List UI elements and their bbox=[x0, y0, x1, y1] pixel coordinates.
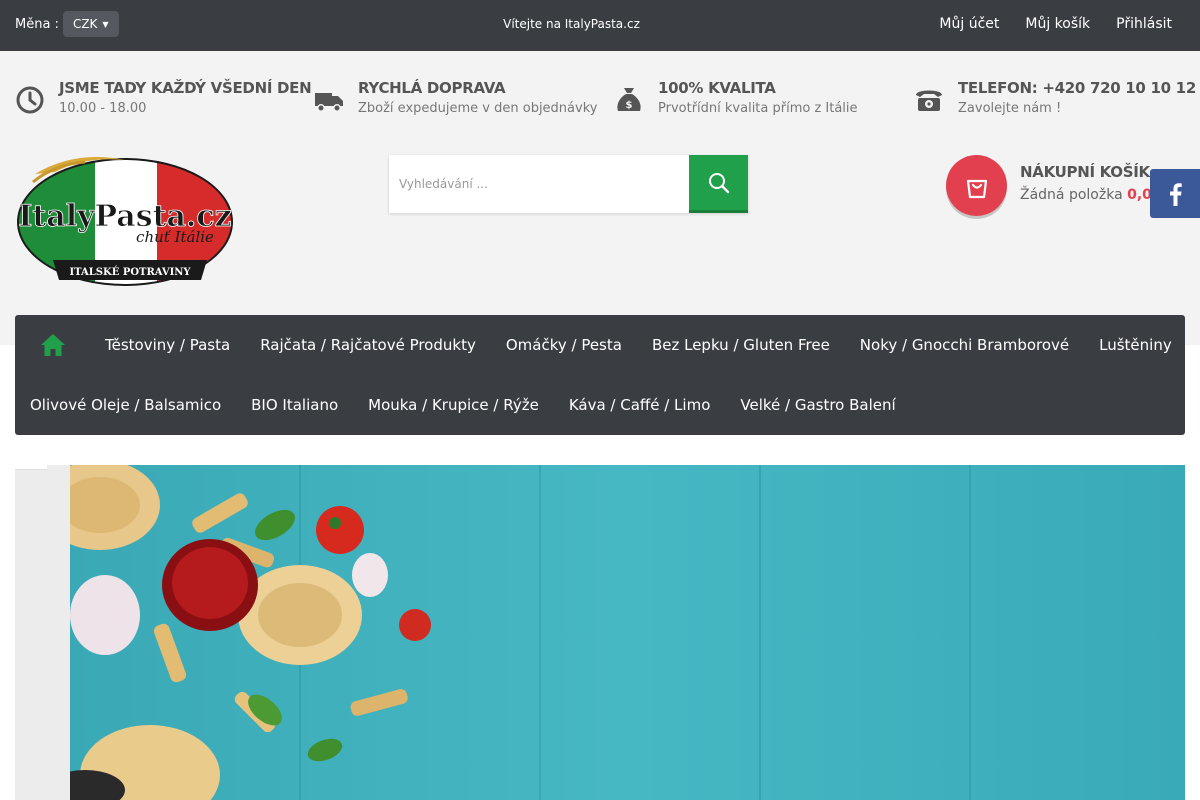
facebook-icon bbox=[1170, 182, 1182, 206]
logo-slogan: chuť Itálie bbox=[136, 228, 214, 246]
info-subtitle: Prvotřídní kvalita přímo z Itálie bbox=[658, 101, 858, 116]
nav-item-gastro[interactable]: Velké / Gastro Balení bbox=[725, 396, 910, 414]
search-button[interactable] bbox=[689, 155, 748, 213]
home-button[interactable] bbox=[15, 315, 90, 375]
search-input[interactable]: Vyhledávání ... bbox=[389, 155, 689, 213]
main-navigation: Těstoviny / Pasta Rajčata / Rajčatové Pr… bbox=[15, 315, 1185, 435]
cart-title: NÁKUPNÍ KOŠÍK bbox=[1020, 163, 1150, 181]
nav-item-tomatoes[interactable]: Rajčata / Rajčatové Produkty bbox=[245, 336, 491, 354]
search-bar: Vyhledávání ... bbox=[389, 155, 748, 213]
cart-button[interactable] bbox=[946, 155, 1007, 216]
info-phone: TELEFON: +420 720 10 10 12 Zavolejte nám… bbox=[914, 79, 1196, 116]
nav-item-olive-oils[interactable]: Olivové Oleje / Balsamico bbox=[15, 396, 236, 414]
top-bar: Měna : CZK ▼ Vítejte na ItalyPasta.cz Mů… bbox=[0, 0, 1200, 51]
hero-banner[interactable] bbox=[70, 465, 1185, 800]
clock-icon bbox=[16, 86, 44, 114]
my-account-link[interactable]: Můj účet bbox=[939, 16, 999, 32]
cart-empty-text: Žádná položka bbox=[1020, 187, 1123, 203]
info-title: TELEFON: +420 720 10 10 12 bbox=[958, 79, 1196, 97]
info-title: RYCHLÁ DOPRAVA bbox=[358, 79, 506, 97]
info-subtitle: 10.00 - 18.00 bbox=[59, 101, 147, 116]
banner-side-panel bbox=[15, 465, 70, 800]
home-icon bbox=[40, 334, 65, 356]
truck-icon bbox=[315, 93, 343, 112]
phone-icon bbox=[916, 90, 942, 111]
banner-tab[interactable] bbox=[15, 465, 47, 470]
info-shipping: RYCHLÁ DOPRAVA Zboží expedujeme v den ob… bbox=[314, 79, 597, 116]
info-title: 100% KVALITA bbox=[658, 79, 776, 97]
nav-item-gluten-free[interactable]: Bez Lepku / Gluten Free bbox=[637, 336, 845, 354]
nav-item-legumes[interactable]: Luštěniny bbox=[1084, 336, 1187, 354]
logo-ribbon: ITALSKÉ POTRAVINY bbox=[69, 266, 191, 278]
login-link[interactable]: Přihlásit bbox=[1116, 16, 1172, 32]
info-title: JSME TADY KAŽDÝ VŠEDNÍ DEN bbox=[59, 79, 312, 97]
nav-item-pasta[interactable]: Těstoviny / Pasta bbox=[90, 336, 245, 354]
nav-item-bio[interactable]: BIO Italiano bbox=[236, 396, 353, 414]
nav-item-gnocchi[interactable]: Noky / Gnocchi Bramborové bbox=[845, 336, 1084, 354]
nav-row: Těstoviny / Pasta Rajčata / Rajčatové Pr… bbox=[15, 315, 1187, 375]
search-icon bbox=[708, 172, 729, 193]
info-opening-hours: JSME TADY KAŽDÝ VŠEDNÍ DEN 10.00 - 18.00 bbox=[15, 79, 312, 116]
nav-item-flour[interactable]: Mouka / Krupice / Rýže bbox=[353, 396, 554, 414]
svg-text:$: $ bbox=[626, 100, 633, 111]
hero-pasta-image bbox=[70, 465, 1185, 800]
my-cart-link[interactable]: Můj košík bbox=[1025, 16, 1090, 32]
account-links: Můj účet Můj košík Přihlásit bbox=[939, 16, 1172, 32]
info-subtitle: Zboží expedujeme v den objednávky bbox=[358, 101, 598, 116]
money-bag-icon: $ bbox=[617, 88, 641, 111]
nav-item-sauces[interactable]: Omáčky / Pesta bbox=[491, 336, 637, 354]
facebook-button[interactable] bbox=[1150, 169, 1200, 218]
shopping-bag-icon bbox=[966, 179, 987, 198]
info-quality: $ 100% KVALITA Prvotřídní kvalita přímo … bbox=[614, 79, 858, 116]
info-subtitle: Zavolejte nám ! bbox=[958, 101, 1062, 116]
site-logo[interactable]: ItalyPasta.cz chuť Itálie ITALSKÉ POTRAV… bbox=[15, 154, 236, 286]
nav-row: Olivové Oleje / Balsamico BIO Italiano M… bbox=[15, 375, 911, 435]
mini-cart[interactable]: NÁKUPNÍ KOŠÍK Žádná položka 0,00 bbox=[946, 155, 1162, 216]
nav-item-coffee[interactable]: Káva / Caffé / Limo bbox=[554, 396, 726, 414]
cart-summary: Žádná položka 0,00 bbox=[1020, 187, 1162, 203]
